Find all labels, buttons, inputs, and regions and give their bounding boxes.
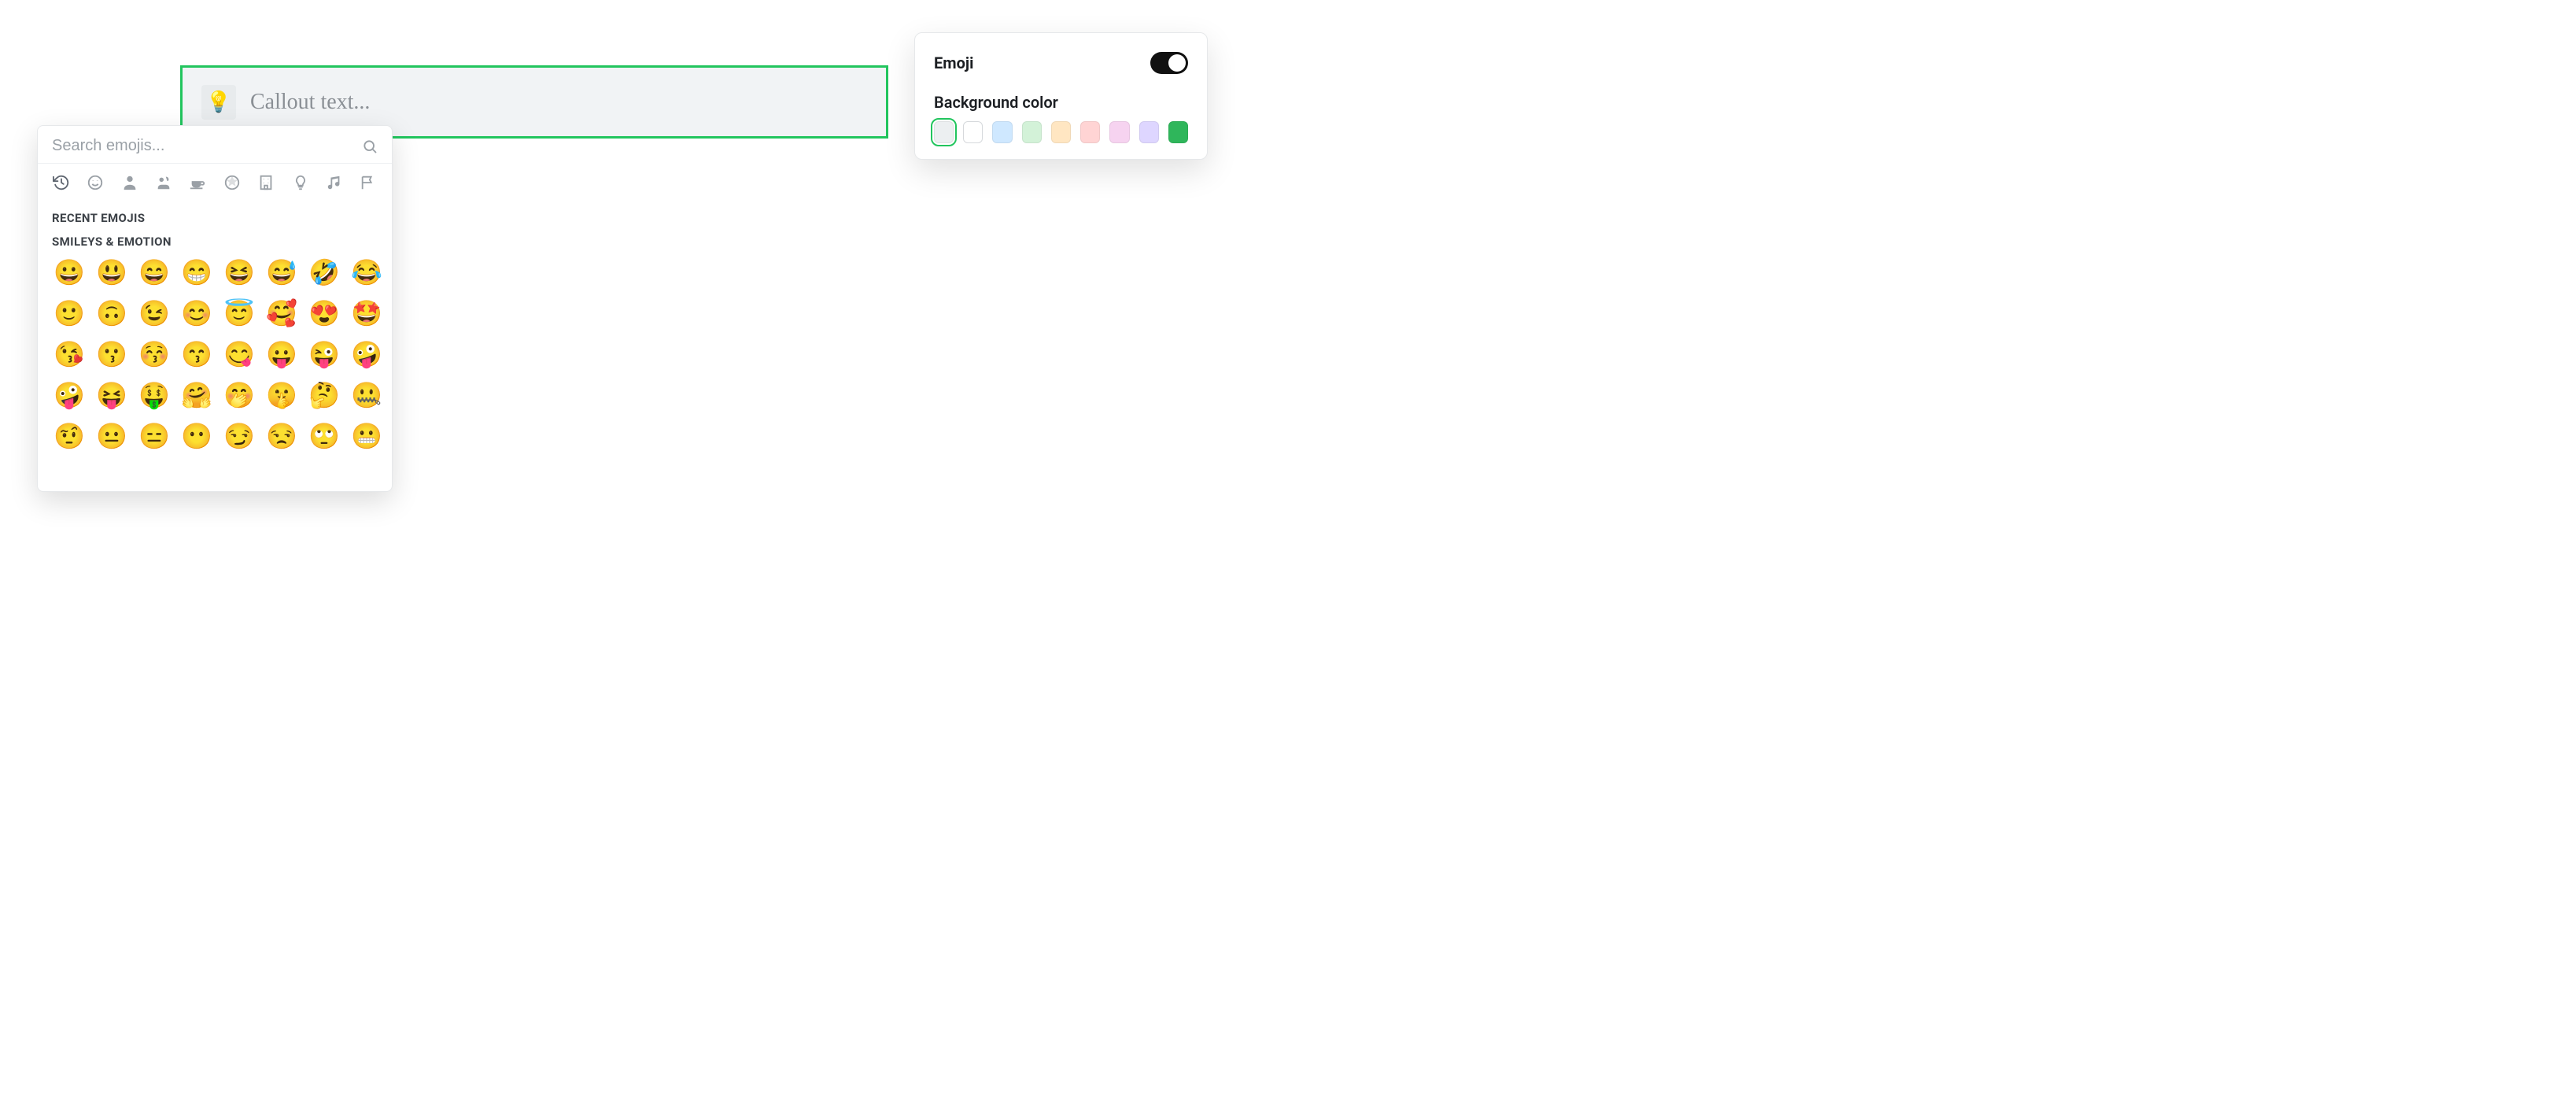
bg-color-swatch[interactable]	[1051, 121, 1071, 143]
emoji-toggle[interactable]	[1150, 52, 1188, 74]
emoji-toggle-row: Emoji	[934, 52, 1188, 74]
category-travel[interactable]	[256, 172, 275, 194]
bg-color-swatch[interactable]	[934, 121, 954, 143]
emoji-item[interactable]: 🥰	[264, 296, 299, 331]
emoji-search-input[interactable]	[52, 137, 362, 155]
emoji-item[interactable]: 😊	[179, 296, 214, 331]
emoji-item[interactable]: 😘	[52, 337, 87, 371]
emoji-item[interactable]: 😬	[349, 419, 384, 453]
bg-color-swatches	[934, 121, 1188, 143]
emoji-item[interactable]: 🤨	[52, 419, 87, 453]
emoji-item[interactable]: 🤔	[307, 378, 341, 412]
callout-placeholder[interactable]: Callout text...	[250, 90, 370, 115]
bg-color-swatch[interactable]	[1168, 121, 1188, 143]
emoji-item[interactable]: 🤗	[179, 378, 214, 412]
category-recent[interactable]	[52, 172, 70, 194]
emoji-item[interactable]: 😗	[94, 337, 129, 371]
emoji-item[interactable]: 🤩	[349, 296, 384, 331]
callout-emoji-button[interactable]: 💡	[201, 85, 236, 120]
emoji-item[interactable]: 🙂	[52, 296, 87, 331]
emoji-item[interactable]: 😀	[52, 255, 87, 290]
lightbulb-icon: 💡	[206, 91, 231, 114]
emoji-item[interactable]: 😝	[94, 378, 129, 412]
section-smileys-title: SMILEYS & EMOTION	[52, 235, 378, 249]
category-animals[interactable]	[154, 172, 172, 194]
emoji-item[interactable]: 😚	[137, 337, 172, 371]
emoji-toggle-label: Emoji	[934, 54, 973, 72]
emoji-item[interactable]: 😜	[307, 337, 341, 371]
search-icon	[362, 139, 378, 154]
emoji-item[interactable]: 😒	[264, 419, 299, 453]
emoji-item[interactable]: 🤑	[137, 378, 172, 412]
emoji-picker: RECENT EMOJIS SMILEYS & EMOTION 😀😃😄😁😆😅🤣😂…	[37, 125, 393, 492]
bg-color-label: Background color	[934, 93, 1188, 112]
emoji-item[interactable]: 🤐	[349, 378, 384, 412]
category-flags[interactable]	[360, 172, 378, 194]
bg-color-swatch[interactable]	[1139, 121, 1159, 143]
emoji-item[interactable]: 😍	[307, 296, 341, 331]
emoji-item[interactable]: 😏	[222, 419, 256, 453]
category-people[interactable]	[120, 172, 138, 194]
callout-settings-panel: Emoji Background color	[914, 32, 1208, 160]
emoji-item[interactable]: 🙃	[94, 296, 129, 331]
emoji-item[interactable]: 😛	[264, 337, 299, 371]
emoji-item[interactable]: 🤪	[52, 378, 87, 412]
bg-color-swatch[interactable]	[1080, 121, 1100, 143]
emoji-list: RECENT EMOJIS SMILEYS & EMOTION 😀😃😄😁😆😅🤣😂…	[38, 197, 392, 491]
bg-color-swatch[interactable]	[992, 121, 1012, 143]
emoji-item[interactable]: 😉	[137, 296, 172, 331]
section-recent-title: RECENT EMOJIS	[52, 211, 378, 225]
emoji-item[interactable]: 😁	[179, 255, 214, 290]
emoji-item[interactable]: 🤭	[222, 378, 256, 412]
emoji-item[interactable]: 😋	[222, 337, 256, 371]
emoji-item[interactable]: 😂	[349, 255, 384, 290]
bg-color-swatch[interactable]	[1022, 121, 1042, 143]
emoji-item[interactable]: 😙	[179, 337, 214, 371]
toggle-knob	[1168, 54, 1186, 72]
smileys-grid: 😀😃😄😁😆😅🤣😂🙂🙃😉😊😇🥰😍🤩😘😗😚😙😋😛😜🤪🤪😝🤑🤗🤭🤫🤔🤐🤨😐😑😶😏😒🙄😬	[52, 255, 378, 453]
category-objects[interactable]	[291, 172, 309, 194]
category-symbols[interactable]	[325, 172, 343, 194]
emoji-item[interactable]: 😇	[222, 296, 256, 331]
emoji-item[interactable]: 😃	[94, 255, 129, 290]
category-food[interactable]	[189, 172, 207, 194]
emoji-item[interactable]: 😄	[137, 255, 172, 290]
emoji-item[interactable]: 🤣	[307, 255, 341, 290]
emoji-item[interactable]: 🤪	[349, 337, 384, 371]
emoji-item[interactable]: 😑	[137, 419, 172, 453]
emoji-item[interactable]: 🤫	[264, 378, 299, 412]
bg-color-swatch[interactable]	[1109, 121, 1129, 143]
emoji-category-tabs	[38, 164, 392, 197]
emoji-item[interactable]: 😐	[94, 419, 129, 453]
category-activity[interactable]	[223, 172, 241, 194]
emoji-item[interactable]: 😆	[222, 255, 256, 290]
emoji-item[interactable]: 😶	[179, 419, 214, 453]
bg-color-swatch[interactable]	[963, 121, 983, 143]
emoji-item[interactable]: 😅	[264, 255, 299, 290]
category-smileys[interactable]	[86, 172, 104, 194]
emoji-search-row	[38, 126, 392, 164]
emoji-item[interactable]: 🙄	[307, 419, 341, 453]
